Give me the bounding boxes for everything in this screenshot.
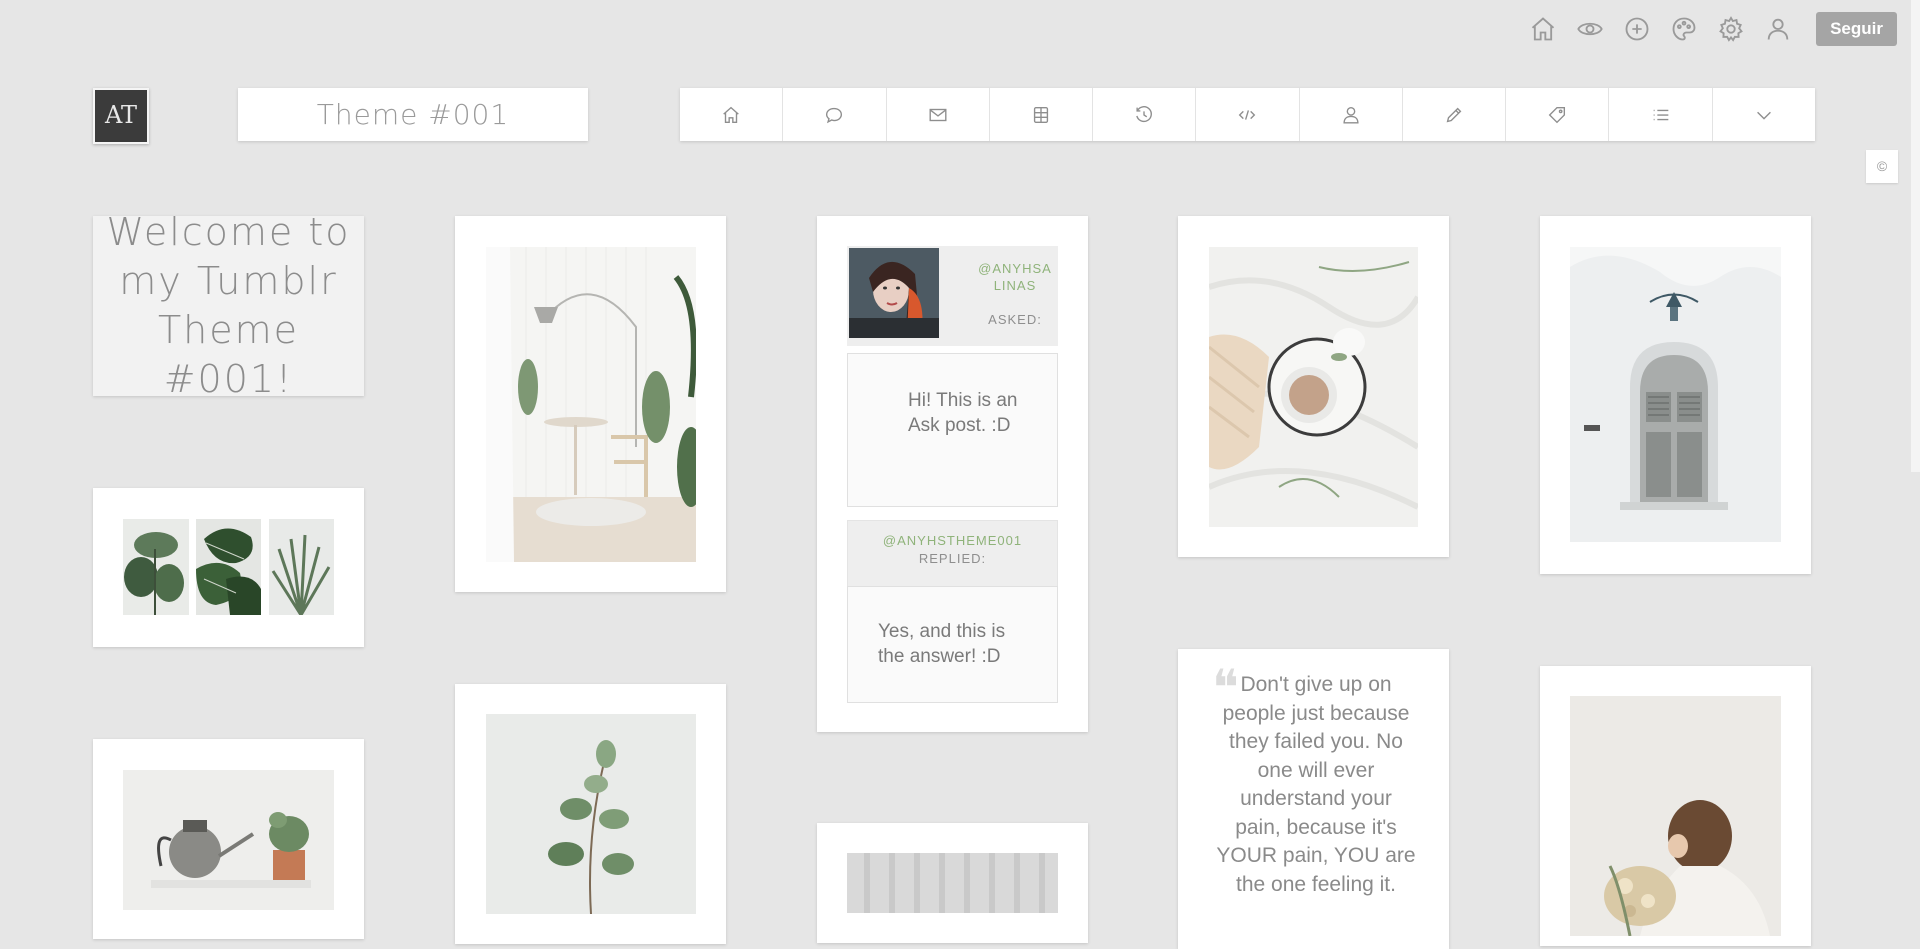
replier-username[interactable]: @ANYHSTHEME001	[848, 533, 1057, 548]
user-icon[interactable]	[1761, 12, 1795, 46]
photo-plant-2[interactable]	[196, 519, 261, 615]
welcome-text: Welcome to my Tumblr Theme #001!	[106, 210, 351, 401]
photo-plant-3[interactable]	[269, 519, 334, 615]
photo-post-curtain[interactable]	[817, 823, 1088, 943]
reply-header: @ANYHSTHEME001 REPLIED:	[847, 520, 1058, 587]
quote-post: ❝ Don't give up on people just because t…	[1178, 649, 1449, 949]
home-icon[interactable]	[1526, 12, 1560, 46]
archive-icon	[1033, 106, 1049, 123]
tumblr-controls: Seguir	[1526, 12, 1897, 46]
photo-white-door[interactable]	[1570, 247, 1781, 542]
nav-about[interactable]	[1300, 88, 1403, 141]
nav-more[interactable]	[1713, 88, 1815, 141]
asked-label: ASKED:	[988, 312, 1042, 327]
ask-header: @ANYHSALINAS ASKED:	[847, 246, 1058, 346]
photo-kettle-plant[interactable]	[123, 770, 334, 910]
photo-plant-1[interactable]	[123, 519, 189, 615]
home-icon	[723, 106, 739, 123]
mail-icon	[929, 108, 947, 121]
list-icon	[1653, 109, 1668, 120]
nav-history[interactable]	[1093, 88, 1197, 141]
ask-post: @ANYHSALINAS ASKED: Hi! This is an Ask p…	[817, 216, 1088, 732]
pencil-icon	[1446, 107, 1462, 122]
nav-submit[interactable]	[887, 88, 990, 141]
welcome-post: Welcome to my Tumblr Theme #001!	[93, 210, 364, 401]
photo-post-flowers[interactable]	[1540, 666, 1811, 946]
gear-icon[interactable]	[1714, 12, 1748, 46]
blog-title[interactable]: Theme #001	[238, 88, 588, 141]
ask-question-box: Hi! This is an Ask post. :D	[847, 353, 1058, 507]
photo-post-eucalyptus[interactable]	[455, 684, 726, 944]
plus-circle-icon[interactable]	[1620, 12, 1654, 46]
nav-edit[interactable]	[1403, 88, 1507, 141]
main-navigation	[680, 88, 1815, 141]
nav-ask[interactable]	[783, 88, 887, 141]
nav-home[interactable]	[680, 88, 784, 141]
page-scrollbar[interactable]	[1911, 0, 1920, 472]
nav-list[interactable]	[1609, 88, 1713, 141]
photo-white-room[interactable]	[486, 247, 696, 562]
quote-text: Don't give up on people just because the…	[1216, 673, 1416, 896]
ask-answer-box: Yes, and this is the answer! :D	[847, 586, 1058, 703]
photo-post-room[interactable]	[455, 216, 726, 592]
palette-icon[interactable]	[1667, 12, 1701, 46]
credit-button[interactable]: ©	[1866, 150, 1898, 183]
photo-post-kettle[interactable]	[93, 739, 364, 939]
replied-label: REPLIED:	[918, 551, 987, 566]
user-icon	[1343, 106, 1359, 123]
follow-button[interactable]: Seguir	[1816, 12, 1897, 46]
photo-coffee-bed[interactable]	[1209, 247, 1418, 527]
eye-icon[interactable]	[1573, 12, 1607, 46]
nav-code[interactable]	[1196, 88, 1300, 141]
tag-icon	[1548, 106, 1566, 123]
chat-bubble-icon	[826, 107, 843, 123]
chevron-down-icon	[1756, 111, 1771, 120]
asker-avatar[interactable]	[849, 248, 939, 338]
photo-eucalyptus[interactable]	[486, 714, 696, 914]
code-icon	[1239, 109, 1256, 120]
photoset-post[interactable]	[93, 488, 364, 647]
nav-tags[interactable]	[1506, 88, 1610, 141]
nav-archive[interactable]	[990, 88, 1094, 141]
photo-person-flowers[interactable]	[1570, 696, 1781, 936]
photo-post-coffee[interactable]	[1178, 216, 1449, 557]
history-icon	[1136, 105, 1153, 122]
photo-curtain[interactable]	[847, 853, 1058, 913]
ask-answer: Yes, and this is the answer! :D	[878, 621, 1006, 667]
asker-username[interactable]: @ANYHSALINAS	[977, 260, 1053, 294]
ask-question: Hi! This is an Ask post. :D	[908, 390, 1018, 436]
photo-post-door[interactable]	[1540, 216, 1811, 574]
blog-logo[interactable]: AT	[93, 88, 149, 144]
